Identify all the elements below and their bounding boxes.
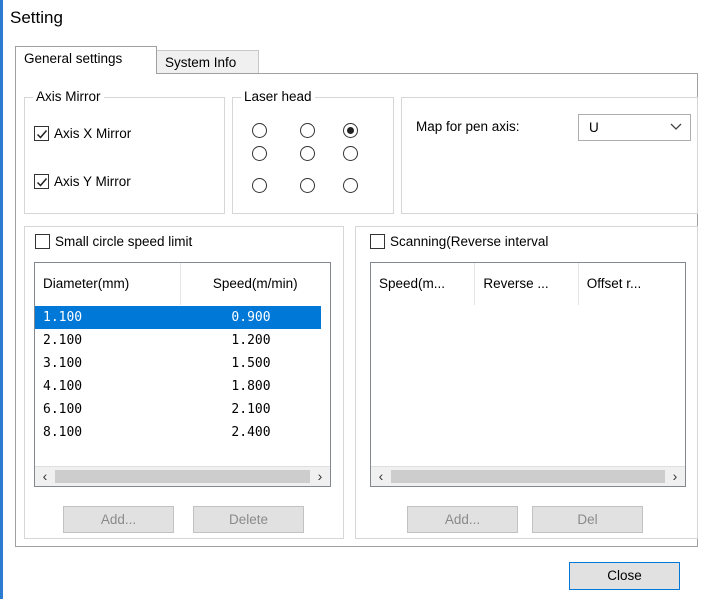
speed-cell: 1.800: [231, 379, 271, 394]
add-speed-button[interactable]: Add...: [63, 506, 174, 533]
laser-head-radio-7[interactable]: [252, 178, 267, 193]
table-row[interactable]: 2.100 1.200: [35, 329, 325, 352]
horizontal-scrollbar[interactable]: ‹ ›: [371, 466, 685, 486]
del-scan-button[interactable]: Del: [532, 506, 643, 533]
scanning-label: Scanning(Reverse interval: [390, 234, 549, 249]
axis-y-mirror-checkbox[interactable]: Axis Y Mirror: [34, 174, 131, 189]
checkbox-box[interactable]: [34, 126, 49, 141]
laser-head-title: Laser head: [241, 89, 315, 104]
axis-y-mirror-label: Axis Y Mirror: [54, 174, 131, 189]
pen-axis-label: Map for pen axis:: [416, 119, 520, 134]
checkmark-icon: [36, 177, 47, 187]
laser-head-radio-2[interactable]: [300, 123, 315, 138]
scroll-right-icon[interactable]: ›: [310, 467, 330, 486]
checkbox-box[interactable]: [34, 174, 49, 189]
scanning-list[interactable]: Speed(m... Reverse ... Offset r... ‹ ›: [370, 262, 686, 487]
tab-system-info[interactable]: System Info: [157, 50, 259, 75]
scroll-left-icon[interactable]: ‹: [35, 467, 55, 486]
delete-speed-button[interactable]: Delete: [193, 506, 304, 533]
speed-cell: 1.500: [231, 356, 271, 371]
laser-head-radio-1[interactable]: [252, 123, 267, 138]
pen-axis-select[interactable]: U: [578, 114, 691, 141]
laser-head-radio-6[interactable]: [343, 146, 358, 161]
small-circle-checkbox[interactable]: Small circle speed limit: [35, 234, 196, 249]
laser-head-radio-5[interactable]: [300, 146, 315, 161]
axis-x-mirror-label: Axis X Mirror: [54, 126, 132, 141]
axis-mirror-title: Axis Mirror: [33, 89, 104, 104]
list-header: Diameter(mm) Speed(m/min): [35, 263, 330, 305]
scroll-left-icon[interactable]: ‹: [371, 467, 391, 486]
column-header-offset[interactable]: Offset r...: [579, 263, 685, 305]
table-row[interactable]: 6.100 2.100: [35, 398, 325, 421]
axis-mirror-group: [24, 97, 225, 214]
window-title: Setting: [10, 8, 63, 27]
table-row[interactable]: 8.100 2.400: [35, 421, 325, 444]
scroll-right-icon[interactable]: ›: [665, 467, 685, 486]
column-header-speed[interactable]: Speed(m/min): [181, 263, 330, 305]
tab-general-settings[interactable]: General settings: [15, 46, 157, 74]
diameter-cell: 6.100: [43, 402, 83, 417]
laser-head-radio-3[interactable]: [343, 123, 358, 138]
laser-head-radio-8[interactable]: [300, 178, 315, 193]
add-scan-button[interactable]: Add...: [407, 506, 518, 533]
speed-cell: 0.900: [181, 306, 321, 329]
table-row[interactable]: 4.100 1.800: [35, 375, 325, 398]
diameter-cell: 1.100: [35, 306, 181, 329]
small-circle-list[interactable]: Diameter(mm) Speed(m/min) 1.100 0.900 2.10…: [34, 262, 331, 487]
speed-cell: 2.400: [231, 425, 271, 440]
checkbox-box[interactable]: [370, 234, 385, 249]
column-header-speed[interactable]: Speed(m...: [371, 263, 476, 305]
laser-head-radio-9[interactable]: [343, 178, 358, 193]
axis-x-mirror-checkbox[interactable]: Axis X Mirror: [34, 126, 131, 141]
speed-cell: 2.100: [231, 402, 271, 417]
column-header-diameter[interactable]: Diameter(mm): [35, 263, 181, 305]
chevron-down-icon: [670, 120, 682, 135]
list-header: Speed(m... Reverse ... Offset r...: [371, 263, 685, 305]
diameter-cell: 8.100: [43, 425, 83, 440]
close-button[interactable]: Close: [569, 562, 680, 590]
pen-axis-value: U: [589, 120, 599, 135]
scanning-checkbox[interactable]: Scanning(Reverse interval: [370, 234, 552, 249]
scroll-thumb[interactable]: [391, 470, 665, 483]
diameter-cell: 3.100: [43, 356, 83, 371]
window-edge: [0, 0, 3, 599]
horizontal-scrollbar[interactable]: ‹ ›: [35, 466, 330, 486]
small-circle-label: Small circle speed limit: [55, 234, 193, 249]
scroll-thumb[interactable]: [55, 470, 310, 483]
table-row[interactable]: 3.100 1.500: [35, 352, 325, 375]
diameter-cell: 4.100: [43, 379, 83, 394]
checkbox-box[interactable]: [35, 234, 50, 249]
table-row[interactable]: 1.100 0.900: [35, 306, 325, 329]
column-header-reverse[interactable]: Reverse ...: [475, 263, 579, 305]
checkmark-icon: [36, 129, 47, 139]
laser-head-radio-4[interactable]: [252, 146, 267, 161]
diameter-cell: 2.100: [43, 333, 83, 348]
speed-cell: 1.200: [231, 333, 271, 348]
